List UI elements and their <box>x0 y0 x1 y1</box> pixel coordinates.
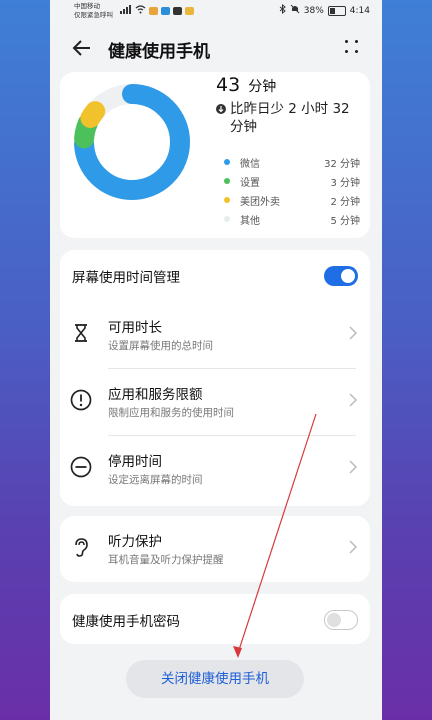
ear-icon <box>75 538 88 557</box>
clock: 4:14 <box>349 5 370 16</box>
mute-icon <box>290 4 300 17</box>
app-header: 健康使用手机 <box>50 30 382 66</box>
minus-circle-icon <box>70 456 92 478</box>
legend-dot <box>224 159 230 165</box>
alert-circle-icon <box>70 389 92 411</box>
chevron-right-icon <box>349 540 358 554</box>
screen-time-management-title: 屏幕使用时间管理 <box>72 270 180 286</box>
more-options-button[interactable] <box>344 39 360 55</box>
legend-app-name: 设置 <box>240 178 260 189</box>
phone-screen: 中国移动 仅限紧急呼叫 38% 4:14 健康使用手机 43 分钟 比昨日少 2… <box>50 0 382 720</box>
arrow-left-icon <box>72 40 90 56</box>
legend-item: 美团外卖 2 分钟 <box>224 192 360 211</box>
dot-icon <box>345 40 348 43</box>
legend-dot <box>224 178 230 184</box>
carrier-info: 中国移动 仅限紧急呼叫 <box>74 2 113 20</box>
item-subtitle: 设置屏幕使用的总时间 <box>108 340 213 352</box>
screen-time-management-card: 屏幕使用时间管理 可用时长 设置屏幕使用的总时间 应用和服务限额 限制应用和服务… <box>60 250 370 506</box>
dot-icon <box>355 50 358 53</box>
item-subtitle: 耳机音量及听力保护提醒 <box>108 554 224 566</box>
legend-app-time: 3 分钟 <box>330 178 360 189</box>
chevron-right-icon <box>349 326 358 340</box>
usage-legend: 微信 32 分钟 设置 3 分钟 美团外卖 2 分钟 其他 5 分钟 <box>224 154 360 230</box>
total-usage-unit: 分钟 <box>248 79 277 95</box>
toggle-knob <box>341 269 355 283</box>
compare-text: 比昨日少 2 小时 32 分钟 <box>230 101 350 135</box>
bluetooth-icon <box>279 3 286 17</box>
password-title: 健康使用手机密码 <box>72 614 180 630</box>
app-notification-icon <box>185 7 194 15</box>
item-title: 可用时长 <box>108 320 162 336</box>
app-notification-icon <box>173 7 182 15</box>
carrier-name: 中国移动 <box>74 2 100 10</box>
dot-icon <box>345 50 348 53</box>
arrow-down-icon <box>216 104 226 114</box>
page-title: 健康使用手机 <box>108 42 210 62</box>
signal-icon <box>120 5 132 17</box>
legend-app-time: 5 分钟 <box>330 216 360 227</box>
total-usage-value: 43 <box>216 74 241 96</box>
status-right: 38% 4:14 <box>279 3 370 17</box>
screen-time-toggle[interactable] <box>324 266 358 286</box>
password-toggle[interactable] <box>324 610 358 630</box>
available-duration-item[interactable]: 可用时长 设置屏幕使用的总时间 <box>60 302 370 368</box>
usage-donut-chart <box>74 84 190 200</box>
chevron-right-icon <box>349 460 358 474</box>
legend-app-time: 2 分钟 <box>330 197 360 208</box>
usage-summary-card[interactable]: 43 分钟 比昨日少 2 小时 32 分钟 微信 32 分钟 设置 3 分钟 美… <box>60 72 370 238</box>
legend-app-time: 32 分钟 <box>324 159 360 170</box>
total-usage: 43 分钟 <box>216 74 276 96</box>
password-card: 健康使用手机密码 <box>60 594 370 644</box>
legend-app-name: 其他 <box>240 216 260 227</box>
back-button[interactable] <box>70 36 94 60</box>
hearing-protection-item[interactable]: 听力保护 耳机音量及听力保护提醒 <box>60 516 370 582</box>
downtime-item[interactable]: 停用时间 设定远离屏幕的时间 <box>60 436 370 502</box>
item-title: 停用时间 <box>108 454 162 470</box>
wifi-icon <box>135 5 146 17</box>
app-notification-icon <box>161 7 170 15</box>
hourglass-icon <box>75 324 87 342</box>
legend-item: 其他 5 分钟 <box>224 211 360 230</box>
battery-icon <box>327 5 346 16</box>
hearing-protection-card: 听力保护 耳机音量及听力保护提醒 <box>60 516 370 582</box>
item-title: 听力保护 <box>108 534 162 550</box>
app-service-limit-item[interactable]: 应用和服务限额 限制应用和服务的使用时间 <box>60 369 370 435</box>
carrier-status: 仅限紧急呼叫 <box>74 11 113 19</box>
legend-app-name: 美团外卖 <box>240 197 280 208</box>
legend-app-name: 微信 <box>240 159 260 170</box>
compare-yesterday: 比昨日少 2 小时 32 分钟 <box>216 100 366 136</box>
dot-icon <box>355 40 358 43</box>
item-subtitle: 设定远离屏幕的时间 <box>108 474 203 486</box>
status-icons <box>120 5 194 17</box>
battery-percent: 38% <box>303 5 324 16</box>
legend-dot <box>224 216 230 222</box>
toggle-knob <box>327 613 341 627</box>
chevron-right-icon <box>349 393 358 407</box>
item-subtitle: 限制应用和服务的使用时间 <box>108 407 234 419</box>
legend-dot <box>224 197 230 203</box>
item-title: 应用和服务限额 <box>108 387 203 403</box>
close-healthy-usage-button[interactable]: 关闭健康使用手机 <box>126 660 304 698</box>
legend-item: 微信 32 分钟 <box>224 154 360 173</box>
app-notification-icon <box>149 7 158 15</box>
status-bar: 中国移动 仅限紧急呼叫 38% 4:14 <box>50 0 382 22</box>
legend-item: 设置 3 分钟 <box>224 173 360 192</box>
